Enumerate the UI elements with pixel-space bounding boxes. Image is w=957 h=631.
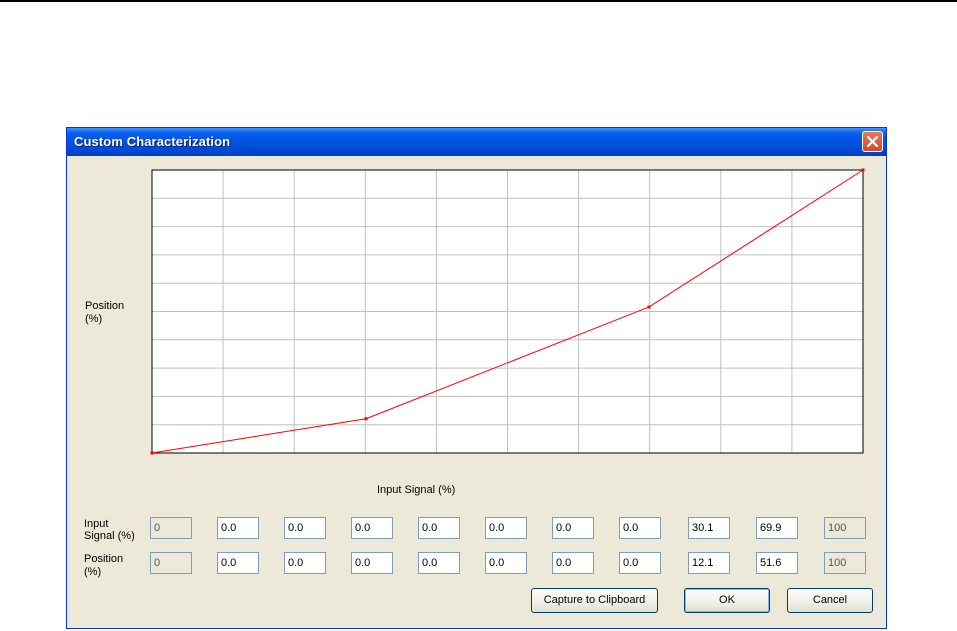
position-field-9[interactable]: 12.1 bbox=[688, 552, 730, 574]
curve-point-10 bbox=[647, 305, 651, 309]
input-signal-field-9[interactable]: 30.1 bbox=[688, 517, 730, 539]
input-signal-field-8[interactable]: 0.0 bbox=[619, 517, 661, 539]
position-field-8[interactable]: 0.0 bbox=[619, 552, 661, 574]
position-field-5[interactable]: 0.0 bbox=[418, 552, 460, 574]
position-row-label-line2: (%) bbox=[84, 566, 102, 578]
input-signal-field-4[interactable]: 0.0 bbox=[351, 517, 393, 539]
input-signal-field-2[interactable]: 0.0 bbox=[217, 517, 259, 539]
position-field-4[interactable]: 0.0 bbox=[351, 552, 393, 574]
input-signal-field-5[interactable]: 0.0 bbox=[418, 517, 460, 539]
curve-point-8 bbox=[150, 451, 154, 455]
input-signal-field-1: 0 bbox=[150, 517, 192, 539]
ok-button[interactable]: OK bbox=[684, 588, 770, 613]
position-field-3[interactable]: 0.0 bbox=[284, 552, 326, 574]
y-axis-label-line1: Position bbox=[85, 300, 125, 312]
position-field-2[interactable]: 0.0 bbox=[217, 552, 259, 574]
position-row-label-line1: Position bbox=[84, 553, 124, 565]
position-field-1: 0 bbox=[150, 552, 192, 574]
characterization-chart bbox=[150, 168, 865, 455]
x-axis-label: Input Signal (%) bbox=[377, 484, 456, 496]
position-field-6[interactable]: 0.0 bbox=[485, 552, 527, 574]
input-signal-field-10[interactable]: 69.9 bbox=[756, 517, 798, 539]
position-field-11: 100 bbox=[824, 552, 866, 574]
position-field-7[interactable]: 0.0 bbox=[552, 552, 594, 574]
input-signal-row-label-line1: Input bbox=[84, 518, 109, 530]
input-signal-field-6[interactable]: 0.0 bbox=[485, 517, 527, 539]
position-field-10[interactable]: 51.6 bbox=[756, 552, 798, 574]
input-signal-field-3[interactable]: 0.0 bbox=[284, 517, 326, 539]
input-signal-row-label-line2: Signal (%) bbox=[84, 530, 135, 542]
custom-characterization-dialog: Custom Characterization Position (%) Inp… bbox=[66, 127, 887, 629]
input-signal-field-11: 100 bbox=[824, 517, 866, 539]
curve-point-11 bbox=[861, 168, 865, 172]
cancel-button[interactable]: Cancel bbox=[787, 588, 873, 613]
curve-point-9 bbox=[364, 417, 368, 421]
top-rule bbox=[0, 0, 957, 2]
capture-to-clipboard-button[interactable]: Capture to Clipboard bbox=[531, 588, 658, 613]
y-axis-label-line2: (%) bbox=[85, 313, 103, 325]
input-signal-field-7[interactable]: 0.0 bbox=[552, 517, 594, 539]
